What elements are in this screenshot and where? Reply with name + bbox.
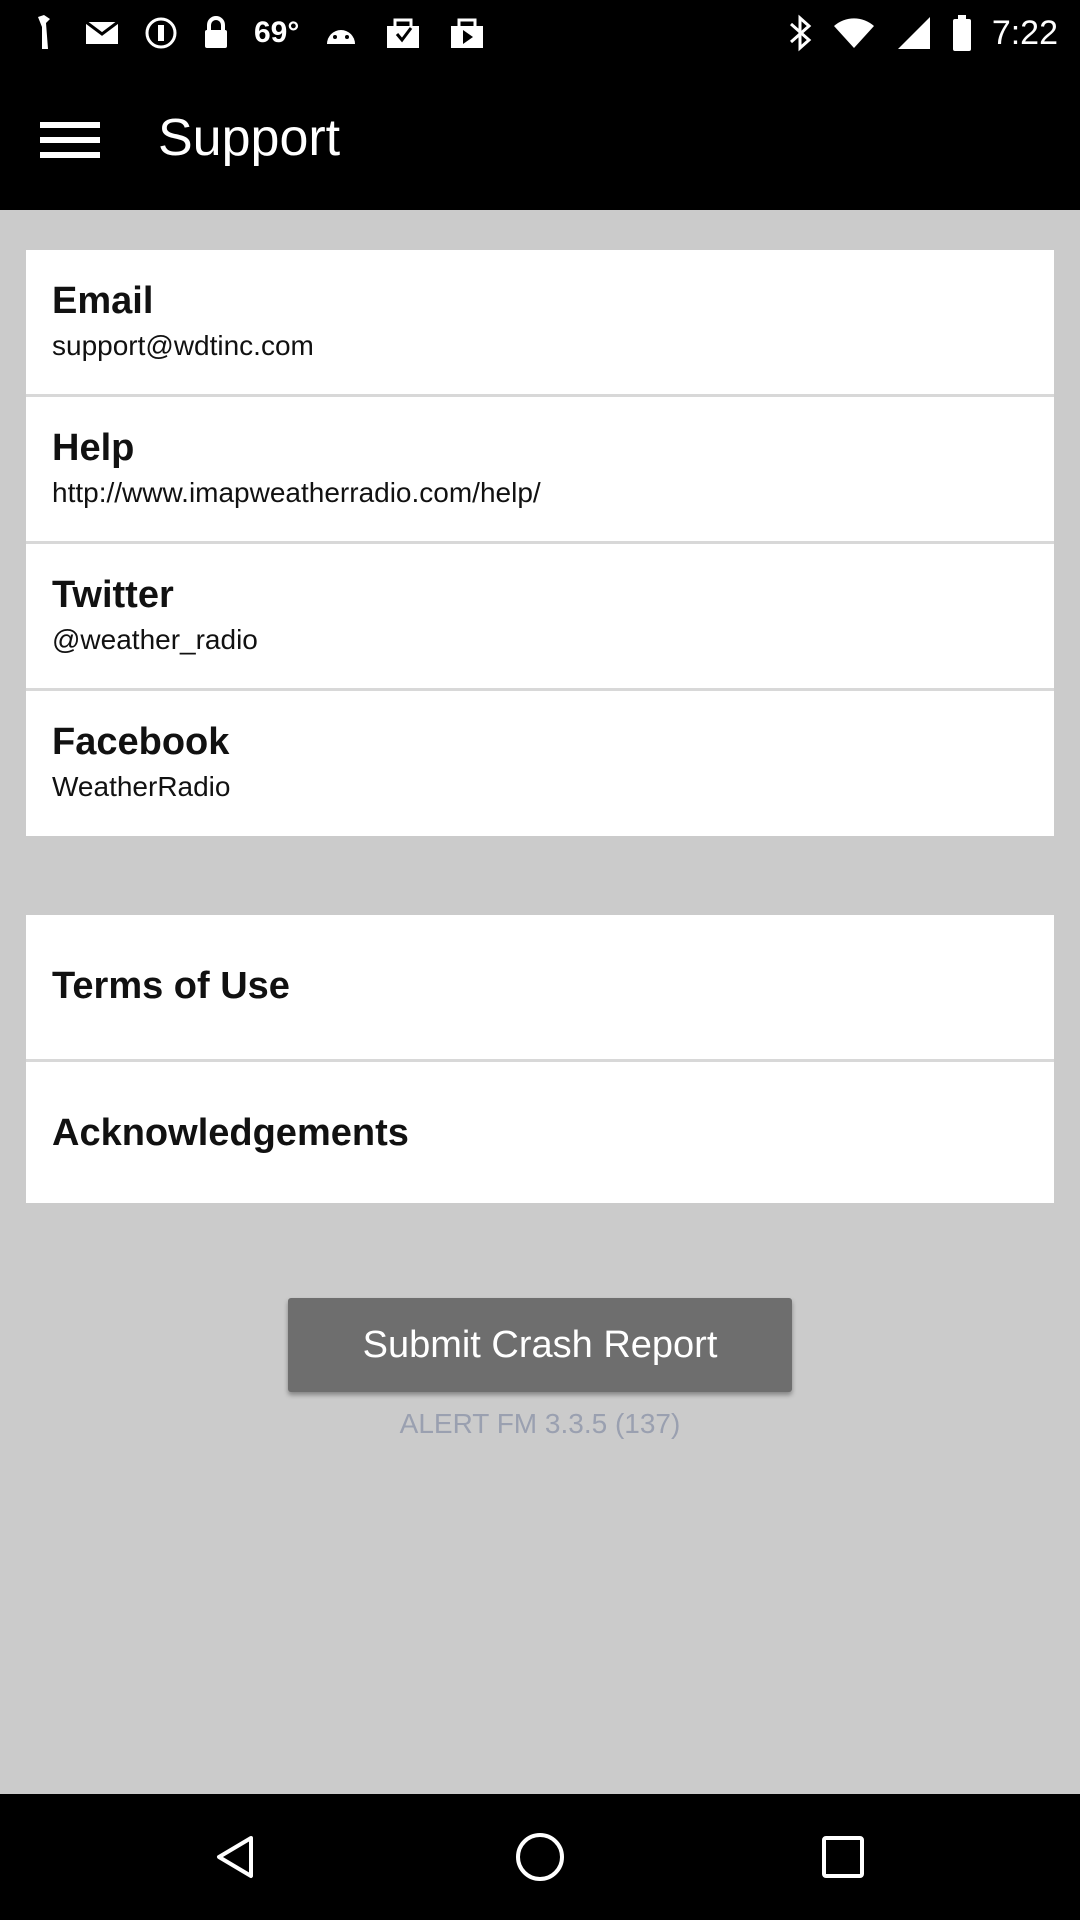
acknowledgements-label: Acknowledgements — [52, 1112, 409, 1154]
terms-of-use-item[interactable]: Terms of Use — [26, 915, 1054, 1059]
email-address: support@wdtinc.com — [52, 330, 314, 361]
submit-crash-report-button[interactable]: Submit Crash Report — [288, 1298, 792, 1392]
twitter-item[interactable]: Twitter @weather_radio — [26, 544, 1054, 688]
back-icon[interactable] — [176, 1794, 296, 1920]
navigation-bar — [0, 1794, 1080, 1920]
version-label: ALERT FM 3.3.5 (137) — [399, 1408, 681, 1439]
twitter-handle: @weather_radio — [52, 624, 258, 655]
acknowledgements-item[interactable]: Acknowledgements — [26, 1062, 1054, 1203]
do-not-disturb-icon — [144, 16, 178, 50]
play-store-icon — [447, 16, 487, 50]
status-system: 7:22 — [788, 0, 1058, 66]
status-bar: 69° 7:22 — [0, 0, 1080, 66]
contact-list: Email support@wdtinc.com Help http://www… — [26, 250, 1054, 836]
clock-label: 7:22 — [991, 13, 1058, 52]
bluetooth-icon — [788, 14, 812, 52]
download-icon — [383, 16, 423, 50]
terms-of-use-label: Terms of Use — [52, 965, 290, 1007]
help-title: Help — [52, 427, 135, 469]
page-title: Support — [158, 109, 341, 167]
battery-icon — [952, 14, 972, 52]
lock-icon — [202, 15, 230, 51]
status-notifications: 69° — [30, 0, 487, 66]
home-icon[interactable] — [480, 1794, 600, 1920]
email-item[interactable]: Email support@wdtinc.com — [26, 250, 1054, 394]
help-url: http://www.imapweatherradio.com/help/ — [52, 477, 541, 508]
signal-icon — [896, 15, 932, 51]
temperature-label: 69° — [254, 16, 300, 49]
android-icon — [323, 18, 359, 48]
facebook-title: Facebook — [52, 721, 230, 763]
wifi-icon — [832, 16, 876, 50]
recents-icon[interactable] — [783, 1794, 903, 1920]
hamburger-menu-icon[interactable] — [40, 110, 106, 170]
twitter-title: Twitter — [52, 574, 174, 616]
mail-icon — [84, 18, 120, 48]
facebook-page: WeatherRadio — [52, 771, 231, 802]
help-item[interactable]: Help http://www.imapweatherradio.com/hel… — [26, 397, 1054, 541]
app-bar: Support — [0, 66, 1080, 210]
legal-list: Terms of Use Acknowledgements — [26, 915, 1054, 1203]
bird-icon — [30, 13, 60, 53]
email-title: Email — [52, 280, 154, 322]
facebook-item[interactable]: Facebook WeatherRadio — [26, 691, 1054, 836]
